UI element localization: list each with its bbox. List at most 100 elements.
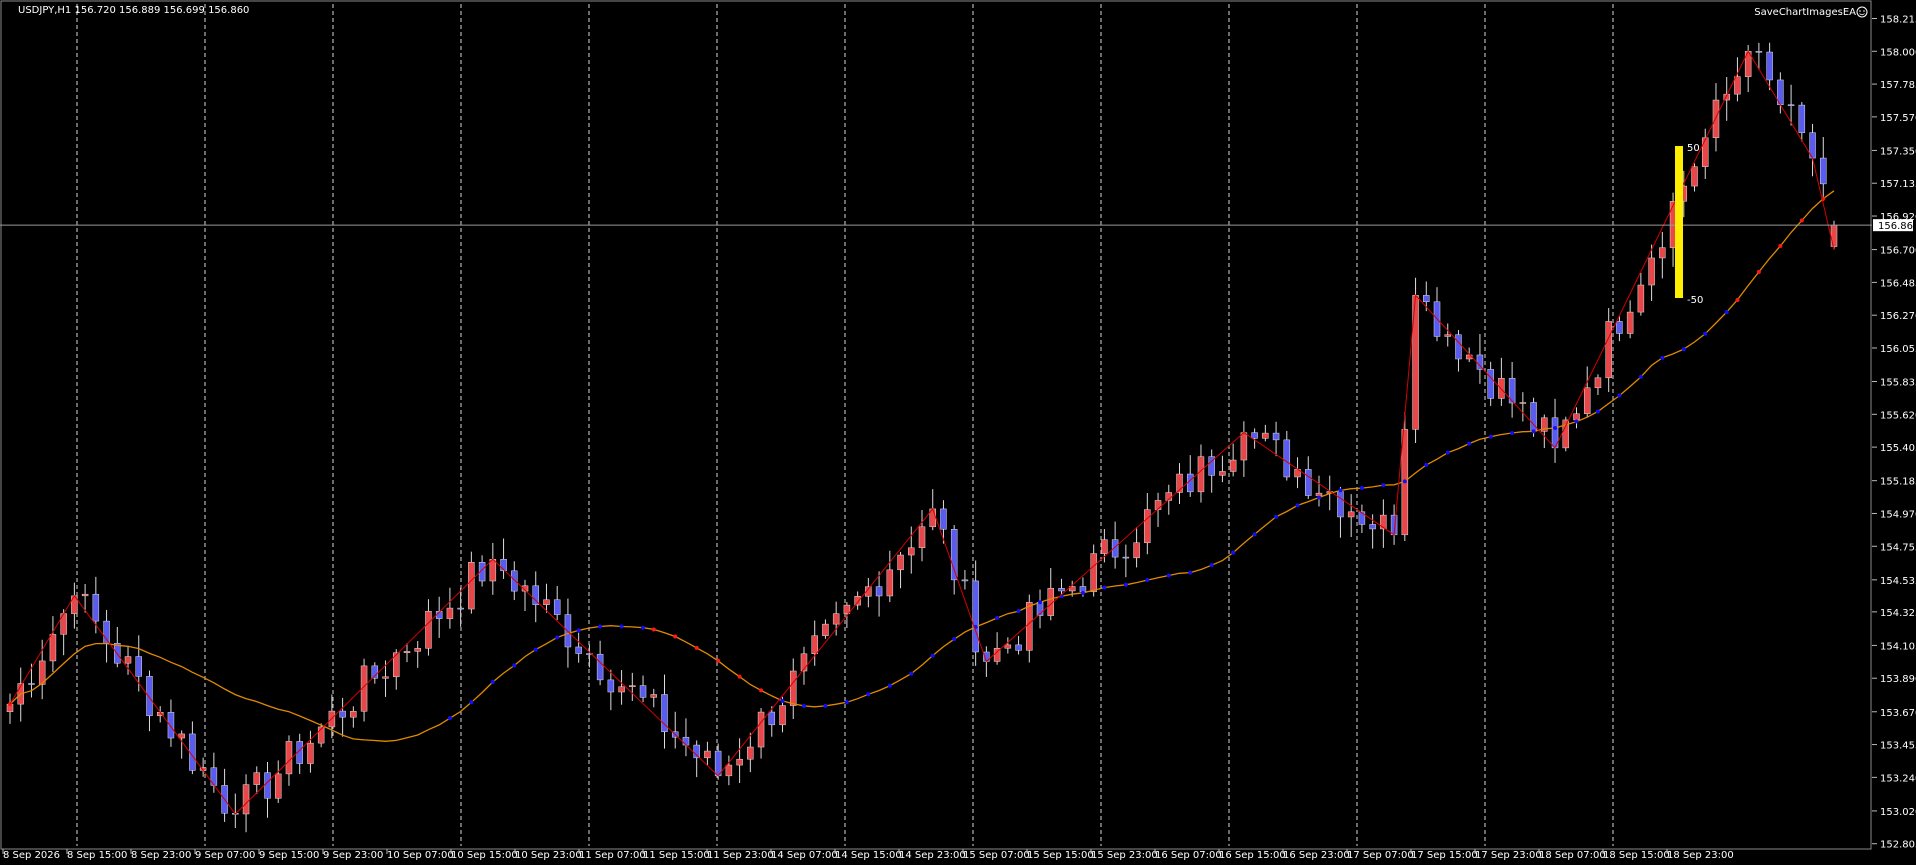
x-tick-label: 11 Sep 23:00 [707,850,774,861]
y-tick-label: 156.700 [1880,246,1916,257]
current-price-text: 156.860 [1878,221,1916,232]
ma-marker [1681,347,1686,352]
x-tick-label: 14 Sep 07:00 [771,850,838,861]
ma-marker [1799,218,1804,223]
ma-marker [1510,431,1515,436]
candle-body [768,711,776,726]
ma-marker [1359,486,1364,491]
ea-label: SaveChartImagesEA [1754,7,1856,18]
candle-body [575,646,582,654]
ma-marker [555,635,560,640]
x-tick-label: 10 Sep 15:00 [451,850,518,861]
candle-body [607,679,615,693]
chart-title: USDJPY,H1 156.720 156.889 156.699 156.86… [18,5,249,16]
ma-marker [1467,441,1472,446]
candle-body [339,710,346,718]
y-tick-label: 157.785 [1880,80,1916,91]
candle-body [135,656,143,677]
candle-body [285,741,293,775]
candle-body [242,784,250,815]
x-axis: 8 Sep 2026 8 Sep 15:00 8 Sep 23:00 9 Sep 07… [2,849,1734,861]
ma-marker [801,703,806,708]
candle-body [1026,602,1033,651]
ma-marker [651,627,656,632]
y-tick-label: 153.020 [1880,807,1916,818]
ma-marker [619,624,624,629]
candle-body [1734,76,1741,95]
y-tick-label: 156.485 [1880,278,1916,289]
candle-body [1229,459,1237,472]
y-tick-label: 154.105 [1880,641,1916,652]
candle-body [124,656,132,664]
candle-body [81,593,89,597]
candle-body [832,613,840,625]
x-tick-label: 15 Sep 23:00 [1091,850,1158,861]
candle-body [1594,377,1602,389]
ma-marker [737,674,742,679]
candle-body [1197,456,1205,493]
candle-body [1262,432,1269,439]
y-tick-label: 153.240 [1880,773,1916,784]
candle-body [714,750,722,777]
x-tick-label: 18 Sep 07:00 [1539,850,1606,861]
candle-body [146,676,153,716]
ma-marker [1638,374,1643,379]
candle-body [1219,471,1226,476]
y-tick-label: 155.185 [1880,477,1916,488]
x-tick-label: 18 Sep 15:00 [1603,850,1670,861]
candle-body [1798,104,1806,133]
candle-body [1476,354,1484,370]
candle-body [92,593,100,622]
candle-body [1605,321,1612,379]
candle-body [629,685,636,688]
candle-body [167,711,175,739]
candle-body [1519,402,1527,404]
ma-marker [909,671,914,676]
y-tick-label: 154.325 [1880,608,1916,619]
x-tick-label: 9 Sep 07:00 [195,850,255,861]
ma-marker [1316,495,1321,500]
candle-body [468,562,475,610]
x-tick-label: 16 Sep 07:00 [1155,850,1222,861]
ma-marker [1295,503,1300,508]
candle-body [1305,469,1312,496]
candle-body [1144,509,1151,543]
candle-body [1272,432,1280,441]
x-tick-label: 15 Sep 15:00 [1027,850,1094,861]
ma-marker [598,624,603,629]
ma-marker [1338,488,1343,493]
x-tick-label: 14 Sep 15:00 [835,850,902,861]
candle-body [1626,311,1634,334]
candle-body [747,746,754,760]
y-tick-label: 154.970 [1880,509,1916,520]
candle-body [1004,644,1012,649]
ma-marker [1595,409,1600,414]
ma-marker [1402,479,1407,484]
x-tick-label: 8 Sep 23:00 [131,850,191,861]
x-tick-label: 16 Sep 23:00 [1283,850,1350,861]
candle-body [682,736,690,746]
ma-marker [887,683,892,688]
chart-window[interactable]: 50 -50 158.215 158.000 157.785 157.570 157.35… [0,0,1916,865]
candle-body [639,685,647,698]
ma-marker [1445,450,1450,455]
price-chart[interactable]: 50 -50 158.215 158.000 157.785 157.570 157.35… [0,0,1916,865]
ma-marker [844,700,849,705]
candle-body [489,558,497,582]
candle-body [457,607,464,610]
ma-marker [1274,514,1279,519]
x-tick-label: 10 Sep 07:00 [387,850,454,861]
x-tick-label: 17 Sep 07:00 [1347,850,1414,861]
ma-marker [1756,269,1761,274]
candle-body [1701,137,1709,167]
oscillator-upper-label: 50 [1687,143,1700,154]
chart-background [0,0,1916,865]
candle-body [1787,104,1795,106]
candle-body [704,750,711,759]
candle-body [1498,378,1505,399]
x-tick-label: 17 Sep 15:00 [1411,850,1478,861]
ma-marker [1166,573,1171,578]
ma-marker [469,700,474,705]
candle-body [1659,247,1666,259]
candle-body [1755,51,1763,53]
